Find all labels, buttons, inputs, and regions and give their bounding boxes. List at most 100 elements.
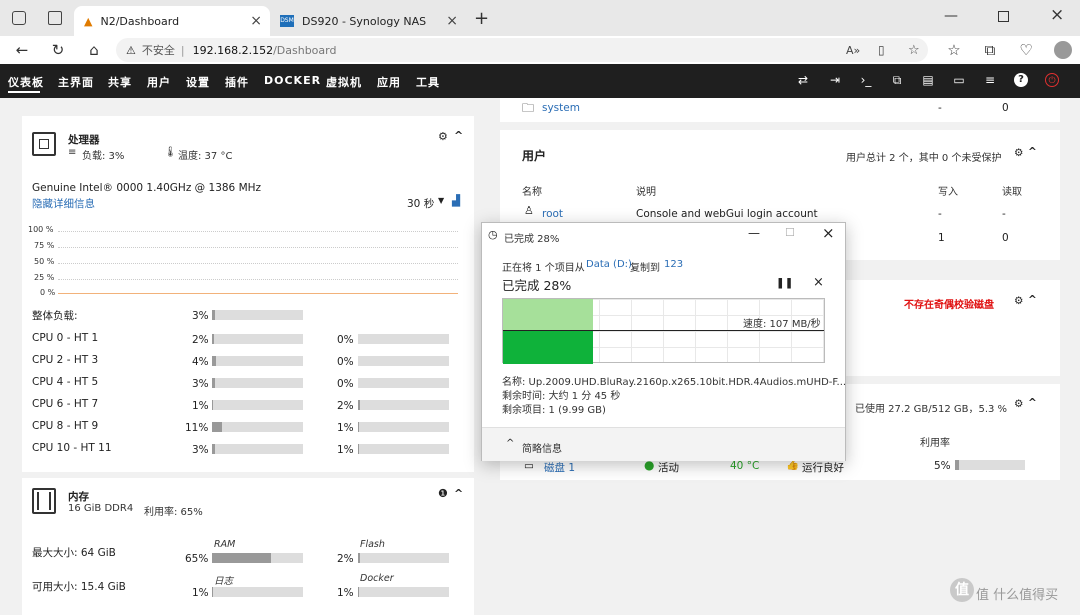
monitor-icon[interactable]: ▭ (952, 73, 966, 87)
disk-temp: 40 °C (730, 460, 760, 472)
users-header-desc: 说明 (636, 187, 656, 198)
cpu-core-a-bar (212, 444, 303, 454)
nav-shares[interactable]: 共享 (108, 74, 132, 90)
user-write: 1 (938, 232, 945, 244)
transfer-speed-graph: 速度: 107 MB/秒 (502, 298, 825, 364)
disk-util-header: 利用率 (920, 438, 950, 449)
url-box[interactable]: ⚠ 不安全 | 192.168.2.152 /Dashboard A» ▯ ☆ (116, 38, 928, 62)
read-aloud-icon[interactable]: A» (846, 44, 860, 57)
settings-icon[interactable]: ⚙ (1014, 398, 1023, 410)
favorites-icon[interactable]: ☆ (944, 40, 964, 60)
cpu-load-chart: 100 % 75 % 50 % 25 % 0 % (22, 222, 474, 298)
maximize-icon[interactable]: ☐ (785, 226, 795, 239)
feedback-icon[interactable]: ▤ (921, 73, 935, 87)
nav-plugins[interactable]: 插件 (225, 74, 249, 90)
cancel-icon[interactable]: × (813, 275, 824, 290)
close-tab-icon[interactable]: × (446, 13, 458, 29)
url-path: /Dashboard (273, 43, 337, 57)
nav-vms[interactable]: 虚拟机 (326, 74, 362, 90)
share-name-link[interactable]: system (542, 102, 580, 114)
profile-avatar[interactable] (1054, 41, 1072, 59)
overall-load-label: 整体负载: (32, 310, 78, 322)
chart-icon[interactable]: ▟ (452, 195, 460, 207)
new-tab-icon[interactable]: + (474, 8, 489, 29)
memory-usage: 利用率: 65% (144, 507, 203, 518)
nav-docker[interactable]: DOCKER (264, 74, 321, 87)
user-read: - (1002, 208, 1006, 220)
disk-util-bar (955, 460, 1025, 470)
disk-name-link[interactable]: 磁盘 1 (544, 460, 575, 475)
collapse-icon[interactable]: ^ (1028, 397, 1037, 409)
close-tab-icon[interactable]: × (250, 13, 262, 29)
tab-synology[interactable]: DSM DS920 - Synology NAS × (270, 6, 466, 36)
share-col-b: 0 (1002, 102, 1009, 114)
collapse-icon[interactable]: ^ (1028, 294, 1037, 306)
cpu-icon (32, 132, 56, 156)
tab-dashboard[interactable]: ▲ N2/Dashboard × (74, 6, 270, 36)
flash-bar (358, 553, 449, 563)
gridline (58, 231, 458, 232)
user-read: 0 (1002, 232, 1009, 244)
tab-actions-icon[interactable] (48, 11, 62, 25)
info-icon[interactable]: ❶ (438, 487, 448, 500)
nav-apps[interactable]: 应用 (377, 74, 401, 90)
collapse-icon[interactable]: ^ (1028, 146, 1037, 158)
copy-dest-link[interactable]: 123 (664, 259, 683, 270)
users-summary: 用户总计 2 个，其中 0 个未受保护 (846, 153, 1002, 164)
user-name-link[interactable]: root (542, 208, 563, 220)
cpu-core-b-value: 0% (337, 356, 354, 368)
workspaces-icon[interactable] (12, 11, 26, 25)
nav-main[interactable]: 主界面 (58, 74, 94, 90)
collections-icon[interactable]: ⧉ (980, 40, 1000, 60)
refresh-icon[interactable]: ↻ (48, 40, 68, 60)
home-icon[interactable]: ⌂ (84, 40, 104, 60)
flash-label: Flash (360, 539, 385, 550)
close-dialog-icon[interactable]: × (822, 224, 835, 242)
maximize-icon[interactable] (998, 11, 1009, 22)
copy-to-text: 复制到 (630, 263, 660, 274)
power-icon[interactable]: ⏻ (1045, 73, 1059, 87)
settings-icon[interactable]: ⚙ (1014, 295, 1023, 307)
logout-icon[interactable]: ⇥ (828, 73, 842, 87)
collapse-icon[interactable]: ^ (454, 129, 463, 142)
watermark-text: 值 什么值得买 (976, 588, 1059, 603)
window-icon[interactable]: ⧉ (890, 73, 904, 87)
chevron-up-icon[interactable]: ^ (506, 438, 514, 449)
disk-icon: ▭ (524, 460, 534, 472)
extensions-icon[interactable]: ♡ (1016, 40, 1036, 60)
chevron-down-icon[interactable]: ▼ (438, 196, 444, 205)
interval-select[interactable]: 30 秒 (407, 196, 434, 211)
cpu-core-b-bar (358, 422, 449, 432)
nav-dashboard[interactable]: 仪表板 (8, 74, 44, 90)
nav-tools[interactable]: 工具 (416, 74, 440, 90)
nav-users[interactable]: 用户 (147, 74, 171, 90)
hide-details-link[interactable]: 隐藏详细信息 (32, 196, 95, 211)
details-toggle[interactable]: 简略信息 (522, 440, 562, 455)
user-desc: Console and webGui login account (636, 208, 818, 220)
favorite-icon[interactable]: ☆ (908, 43, 920, 58)
pause-button[interactable]: ❚❚ (776, 277, 794, 289)
log-icon[interactable]: ≡ (983, 73, 997, 87)
nav-settings[interactable]: 设置 (186, 74, 210, 90)
chart-tick: 75 % (34, 241, 55, 250)
minimize-icon[interactable]: — (748, 226, 760, 240)
reader-icon[interactable]: ▯ (878, 43, 885, 57)
copy-source-link[interactable]: Data (D:) (586, 259, 632, 270)
cpu-core-b-bar (358, 334, 449, 344)
help-icon[interactable]: ? (1014, 73, 1028, 87)
progress-heading: 已完成 28% (502, 278, 572, 293)
cpu-core-a-value: 2% (192, 334, 209, 346)
minimize-icon[interactable]: — (944, 8, 958, 24)
switch-icon[interactable]: ⇄ (796, 73, 810, 87)
docker-label: Docker (360, 573, 394, 584)
collapse-icon[interactable]: ^ (454, 487, 463, 500)
cpu-core-a-bar (212, 378, 303, 388)
progress-fill-upper (503, 299, 593, 331)
settings-icon[interactable]: ⚙ (1014, 147, 1023, 159)
close-window-icon[interactable]: × (1050, 5, 1064, 25)
back-icon[interactable]: ← (12, 40, 32, 60)
terminal-icon[interactable]: ›_ (859, 73, 873, 87)
settings-icon[interactable]: ⚙ (438, 130, 448, 143)
cpu-title: 处理器 (68, 134, 100, 146)
users-title: 用户 (522, 149, 547, 163)
